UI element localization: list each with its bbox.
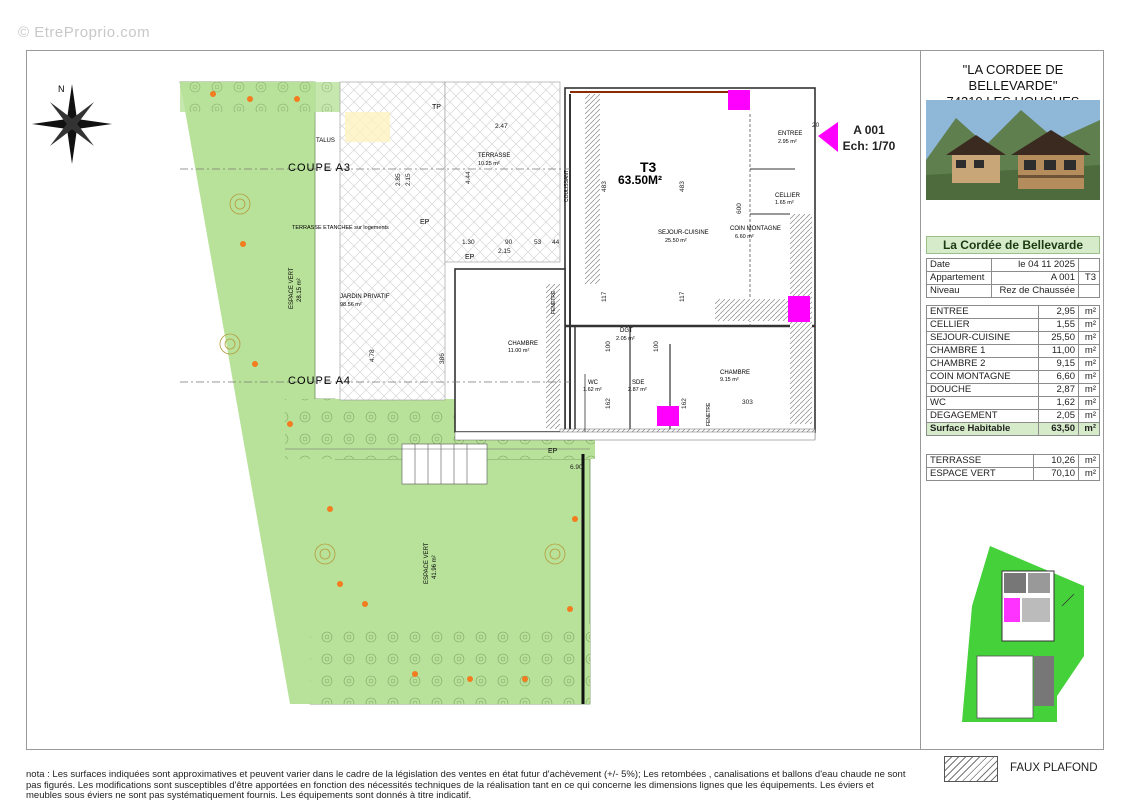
talus-label: TALUS	[316, 138, 335, 144]
watermark: © EtreProprio.com	[18, 24, 151, 41]
svg-text:20: 20	[812, 122, 820, 129]
table-row: DOUCHE 2,87 m²	[925, 383, 1100, 397]
cellier-label: CELLIER	[775, 193, 801, 199]
svg-text:100: 100	[653, 341, 660, 352]
table-row: CHAMBRE 2 9,15 m²	[925, 357, 1100, 371]
site-location-map	[962, 546, 1084, 722]
svg-text:90: 90	[505, 239, 513, 246]
svg-text:53: 53	[534, 239, 542, 246]
tp-label: TP	[432, 104, 441, 111]
dgt-area: 2.05 m²	[616, 336, 635, 342]
table-row: SEJOUR-CUISINE 25,50 m²	[925, 331, 1100, 345]
unit-scale-label: Ech: 1/70	[842, 139, 896, 153]
svg-text:1.30: 1.30	[462, 239, 475, 246]
espace-vert-label-2: ESPACE VERT	[424, 542, 430, 584]
ep-label-2: EP	[465, 254, 475, 261]
title-block-divider	[920, 50, 921, 750]
terrasse-area: 10.25 m²	[478, 161, 500, 167]
terrasse-note: TERRASSE ETANCHEE sur logements	[292, 225, 389, 231]
info-row-date: Date le 04 11 2025	[926, 258, 1100, 272]
dgt-label: DGT	[620, 328, 633, 334]
unit-reference: A 001 Ech: 1/70	[836, 122, 902, 154]
chambre1-label: CHAMBRE	[508, 341, 538, 347]
entree-area: 2.95 m²	[778, 139, 797, 145]
sejour-area: 25.50 m²	[665, 238, 687, 244]
ep-label-1: EP	[420, 219, 430, 226]
entree-label: ENTREE	[778, 131, 802, 137]
svg-text:4.78: 4.78	[369, 349, 376, 362]
espace-vert-area-1: 28.15 m²	[297, 278, 303, 302]
fenetre-label-1: FENETRE	[551, 290, 557, 314]
svg-text:2.15: 2.15	[498, 248, 511, 255]
north-arrow-icon: N	[32, 84, 112, 164]
fenetre-label-2: FENETRE	[706, 402, 712, 426]
espace-vert-area-2: 41.96 m²	[432, 555, 438, 579]
table-row: COIN MONTAGNE 6,60 m²	[925, 370, 1100, 384]
ep-label-3: EP	[548, 448, 558, 455]
coupe-a3-label: COUPE A3	[288, 162, 351, 174]
chambre2-label: CHAMBRE	[720, 370, 750, 376]
svg-text:100: 100	[605, 341, 612, 352]
sde-label: SDE	[632, 380, 644, 386]
disclaimer-note: nota : Les surfaces indiquées sont appro…	[26, 769, 906, 801]
svg-text:162: 162	[681, 398, 688, 409]
info-row-level: Niveau Rez de Chaussée	[926, 284, 1100, 298]
svg-text:483: 483	[679, 181, 686, 192]
floor-plan: N T3 63.50M² COUPE A3 COUPE A4 TALUS TP …	[32, 81, 838, 705]
table-row: CELLIER 1,55 m²	[925, 318, 1100, 332]
rooms-table: ENTREE 2,95 m² CELLIER 1,55 m² SEJOUR-CUISIN…	[925, 305, 1100, 436]
svg-text:2.47: 2.47	[495, 123, 508, 130]
total-row: Surface Habitable 63,50 m²	[925, 422, 1100, 436]
info-table: Date le 04 11 2025 Appartement A 001 T3 Niv…	[926, 258, 1100, 298]
svg-text:2.85: 2.85	[395, 173, 402, 186]
table-row: CHAMBRE 1 11,00 m²	[925, 344, 1100, 358]
table-row: WC 1,62 m²	[925, 396, 1100, 410]
residence-title: La Cordée de Bellevarde	[926, 236, 1100, 254]
faux-plafond-swatch	[944, 756, 998, 782]
jardin-area: 98.56 m²	[340, 302, 362, 308]
table-row: ESPACE VERT 70,10 m²	[926, 467, 1100, 481]
espace-vert-label-1: ESPACE VERT	[289, 267, 295, 309]
table-row: TERRASSE 10,26 m²	[926, 454, 1100, 468]
unit-pointer-icon	[818, 122, 838, 152]
svg-text:6.90: 6.90	[570, 464, 583, 471]
terrasse-label: TERRASSE	[478, 153, 510, 159]
table-row: ENTREE 2,95 m²	[925, 305, 1100, 319]
coupe-a4-label: COUPE A4	[288, 375, 351, 387]
svg-text:44: 44	[552, 239, 560, 246]
wc-label: WC	[588, 380, 599, 386]
cellier-area: 1.65 m²	[775, 200, 794, 206]
stairs	[401, 443, 488, 485]
faux-plafond-label: FAUX PLAFOND	[1010, 762, 1098, 774]
project-name: "LA CORDEE DE BELLEVARDE"	[962, 62, 1064, 93]
coin-montagne-label: COIN MONTAGNE	[730, 226, 781, 232]
svg-text:303: 303	[742, 399, 753, 406]
wc-area: 1.62 m²	[583, 387, 602, 393]
table-row: DEGAGEMENT 2,05 m²	[925, 409, 1100, 423]
sejour-label: SEJOUR-CUISINE	[658, 230, 709, 236]
unit-ref-label: A 001	[853, 123, 885, 137]
building-photo	[926, 100, 1100, 200]
exterior-table: TERRASSE 10,26 m² ESPACE VERT 70,10 m²	[926, 454, 1100, 481]
svg-text:4.44: 4.44	[465, 171, 472, 184]
svg-text:386: 386	[439, 353, 446, 364]
svg-text:483: 483	[601, 181, 608, 192]
sde-area: 2.87 m²	[628, 387, 647, 393]
coin-montagne-area: 6.60 m²	[735, 234, 754, 240]
jardin-label: JARDIN PRIVATIF	[340, 294, 390, 300]
svg-text:117: 117	[679, 291, 686, 302]
svg-text:2.15: 2.15	[405, 173, 412, 186]
svg-text:117: 117	[601, 291, 608, 302]
coulissant-label: COULISSANT	[564, 170, 570, 202]
chambre1-area: 11.00 m²	[508, 348, 529, 354]
info-row-apartment: Appartement A 001 T3	[926, 271, 1100, 285]
chambre2-area: 9.15 m²	[720, 377, 739, 383]
surface-label: 63.50M²	[618, 173, 662, 187]
svg-text:162: 162	[605, 398, 612, 409]
svg-text:N: N	[58, 84, 65, 94]
svg-text:600: 600	[736, 203, 743, 214]
